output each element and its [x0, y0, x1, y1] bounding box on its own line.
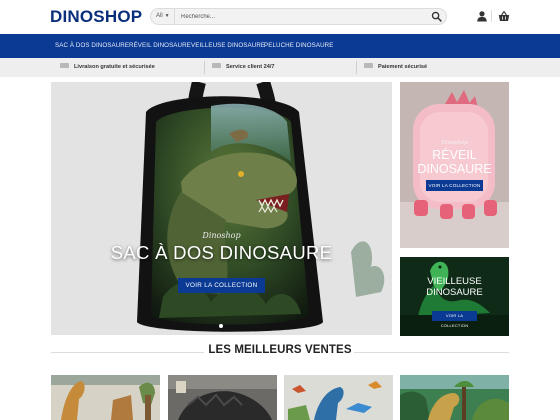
product-image	[168, 375, 277, 420]
best-sellers-title: LES MEILLEURS VENTES	[208, 344, 352, 356]
site-header: DINOSHOP All ▼	[0, 0, 560, 34]
reveil-brand-script: Dinoshop	[441, 140, 468, 146]
reveil-title-line2: DINOSAURE	[417, 162, 492, 176]
site-logo[interactable]: DINOSHOP	[50, 7, 142, 27]
product-image	[51, 375, 160, 420]
product-card[interactable]	[168, 375, 277, 420]
hero-collection-button[interactable]: VOIR LA COLLECTION	[178, 278, 265, 293]
product-card[interactable]	[400, 375, 509, 420]
benefit-divider	[356, 61, 357, 74]
promo-tile-reveil[interactable]: Dinoshop RÉVEIL DINOSAURE VOIR LA COLLEC…	[400, 82, 509, 248]
benefit-support: Service client 24/7	[212, 58, 275, 77]
product-image	[284, 375, 393, 420]
main-nav: SAC À DOS DINOSAURE RÉVEIL DINOSAURE VEI…	[0, 34, 560, 58]
chevron-down-icon: ▼	[164, 13, 170, 19]
product-card[interactable]	[51, 375, 160, 420]
nav-item-veilleuse[interactable]: VEILLEUSE DINOSAURE	[191, 34, 265, 58]
lock-icon	[364, 63, 373, 69]
cart-icon[interactable]	[498, 10, 510, 22]
reveil-title-line1: RÉVEIL	[432, 148, 477, 162]
search-icon[interactable]	[431, 11, 442, 22]
benefits-bar: Livraison gratuite et sécurisée Service …	[0, 58, 560, 77]
search-bar: All ▼	[150, 8, 447, 25]
headset-icon	[212, 63, 221, 69]
header-divider	[491, 10, 492, 22]
benefit-shipping: Livraison gratuite et sécurisée	[60, 58, 155, 77]
benefit-payment: Paiement sécurisé	[364, 58, 427, 77]
veilleuse-title-line1: VIEILLEUSE	[427, 276, 482, 287]
benefit-divider	[204, 61, 205, 74]
promo-tile-veilleuse[interactable]: VIEILLEUSE DINOSAURE VOIR LA COLLECTION	[400, 257, 509, 336]
search-input[interactable]	[179, 9, 429, 24]
hero-title: SAC À DOS DINOSAURE	[110, 242, 333, 263]
user-icon[interactable]	[476, 10, 488, 22]
truck-icon	[60, 63, 69, 69]
benefit-shipping-label: Livraison gratuite et sécurisée	[74, 64, 155, 70]
hero-brand-script: Dinoshop	[202, 231, 241, 240]
nav-item-sac-a-dos[interactable]: SAC À DOS DINOSAURE	[55, 34, 129, 58]
product-card[interactable]	[284, 375, 393, 420]
nav-item-peluche[interactable]: PELUCHE DINOSAURE	[264, 34, 333, 58]
product-image	[400, 375, 509, 420]
benefit-support-label: Service client 24/7	[226, 64, 275, 70]
page: DINOSHOP All▼ SAC À DOS DINOSAURE RÉVEIL…	[0, 0, 560, 420]
veilleuse-collection-button[interactable]: VOIR LA COLLECTION	[432, 311, 477, 328]
section-divider-right	[354, 352, 509, 353]
search-category-label: All	[156, 13, 163, 19]
veilleuse-title-line2: DINOSAURE	[426, 287, 483, 298]
search-category-select[interactable]: All ▼	[151, 9, 175, 24]
nav-item-reveil[interactable]: RÉVEIL DINOSAURE	[129, 34, 191, 58]
carousel-dot-active[interactable]	[219, 324, 223, 328]
hero-backpack-image	[137, 82, 385, 332]
hero-banner[interactable]: Dinoshop SAC À DOS DINOSAURE VOIR LA COL…	[51, 82, 392, 335]
reveil-collection-button[interactable]: VOIR LA COLLECTION	[426, 180, 483, 191]
benefit-payment-label: Paiement sécurisé	[378, 64, 428, 70]
